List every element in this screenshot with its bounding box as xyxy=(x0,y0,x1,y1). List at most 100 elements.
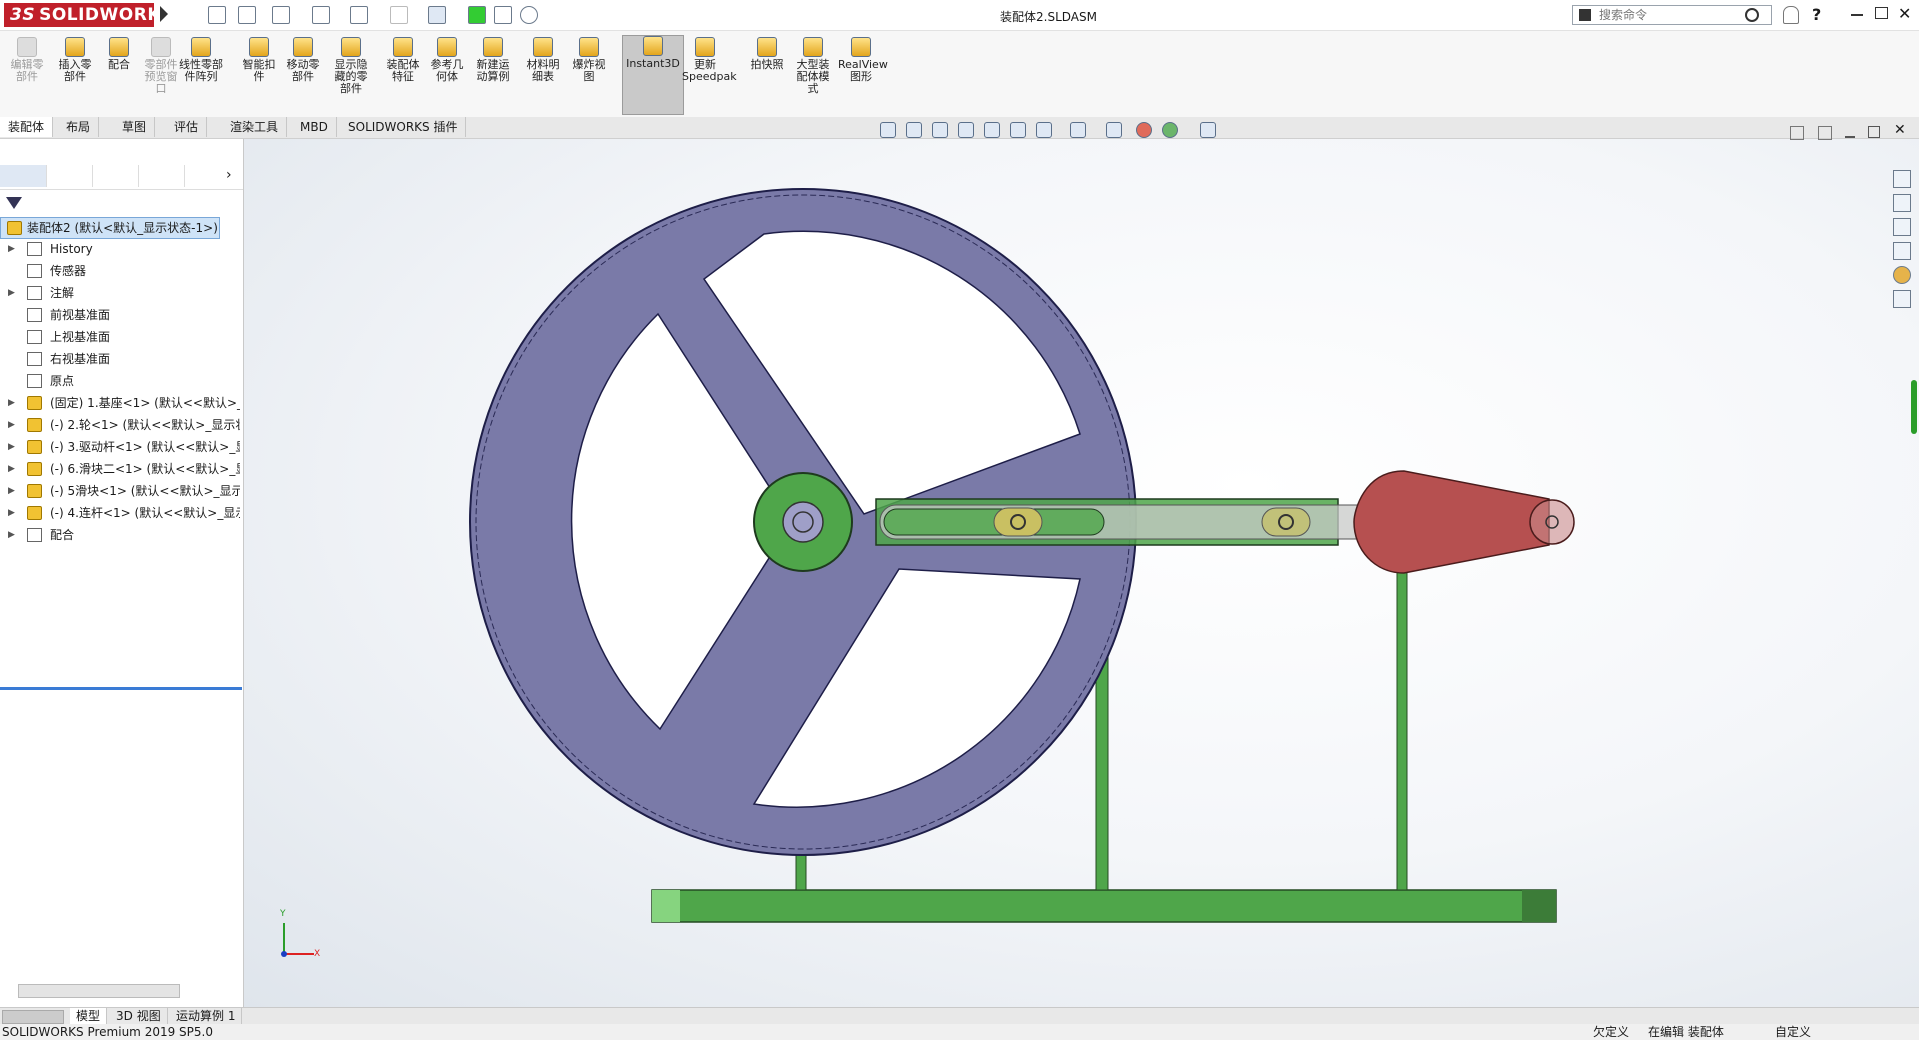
feature-tree-tab-icon[interactable] xyxy=(0,165,47,187)
command-button-15[interactable]: 拍快照 xyxy=(744,37,790,71)
expand-arrow-icon[interactable]: ▶ xyxy=(8,437,15,457)
base-plate[interactable] xyxy=(651,889,1557,923)
tree-item[interactable]: ▶ (-) 2.轮<1> (默认<<默认>_显示状 xyxy=(0,415,240,435)
view-palette-icon[interactable] xyxy=(1893,242,1911,260)
expand-arrow-icon[interactable]: ▶ xyxy=(8,503,15,523)
expand-arrow-icon[interactable]: ▶ xyxy=(8,481,15,501)
tree-item[interactable]: ▶ (-) 5滑块<1> (默认<<默认>_显示 xyxy=(0,481,240,501)
rollback-bar[interactable] xyxy=(0,687,242,690)
command-button-4[interactable]: 线性零部 件阵列 xyxy=(178,37,224,83)
tab-5[interactable]: MBD xyxy=(292,117,337,137)
filter-icon[interactable] xyxy=(6,197,22,211)
command-button-10[interactable]: 新建运 动算例 xyxy=(470,37,516,83)
tab-0[interactable]: 装配体 xyxy=(0,117,54,137)
tree-item[interactable]: 传感器 xyxy=(0,261,240,281)
undo-icon[interactable] xyxy=(390,6,408,24)
file-properties-icon[interactable] xyxy=(494,6,512,24)
section-view-icon[interactable] xyxy=(958,122,974,138)
tree-item[interactable]: 右视基准面 xyxy=(0,349,240,369)
search-magnifier-icon[interactable] xyxy=(1745,8,1759,22)
solidworks-resources-icon[interactable] xyxy=(1893,170,1911,188)
tree-item[interactable]: ▶ 注解 xyxy=(0,283,240,303)
command-button-7[interactable]: 显示隐 藏的零 部件 xyxy=(328,37,374,95)
tree-horizontal-scrollbar[interactable] xyxy=(18,984,180,998)
assembly-model[interactable] xyxy=(244,139,1919,1007)
new-document-icon[interactable] xyxy=(238,6,256,24)
viewport-minimize-icon[interactable] xyxy=(1845,136,1855,138)
expand-arrow-icon[interactable]: ▶ xyxy=(8,415,15,435)
expand-arrow-icon[interactable]: ▶ xyxy=(8,525,15,545)
viewport-tile-left-icon[interactable] xyxy=(1790,126,1804,140)
configuration-manager-tab-icon[interactable] xyxy=(92,165,139,187)
minimize-window-icon[interactable] xyxy=(1851,14,1863,16)
home-icon[interactable] xyxy=(208,6,226,24)
zoom-to-area-icon[interactable] xyxy=(906,122,922,138)
user-account-icon[interactable] xyxy=(1783,6,1799,24)
tree-item[interactable]: ▶ (-) 3.驱动杆<1> (默认<<默认>_显 xyxy=(0,437,240,457)
bottom-tab-2[interactable]: 运动算例 1 xyxy=(170,1008,243,1024)
view-settings-icon[interactable] xyxy=(1162,122,1178,138)
display-style-icon[interactable] xyxy=(1036,122,1052,138)
crank-arm[interactable] xyxy=(1353,470,1575,574)
tree-root-assembly[interactable]: 装配体2 (默认<默认_显示状态-1>) xyxy=(0,217,220,239)
tab-3[interactable]: 评估 xyxy=(166,117,208,137)
tree-item[interactable]: ▶ (-) 4.连杆<1> (默认<<默认>_显示 xyxy=(0,503,240,523)
command-button-9[interactable]: 参考几 何体 xyxy=(424,37,470,83)
menu-expand-arrow-icon[interactable] xyxy=(160,6,168,22)
panel-expand-chevron-icon[interactable]: › xyxy=(226,167,232,183)
appearances-scenes-icon[interactable] xyxy=(1893,266,1911,284)
close-window-icon[interactable]: ✕ xyxy=(1898,4,1911,23)
tab-4[interactable]: 渲染工具 xyxy=(222,117,288,137)
dynamic-annotation-icon[interactable] xyxy=(984,122,1000,138)
unit-system-selector[interactable]: 自定义 xyxy=(1775,1024,1811,1040)
slider-2[interactable] xyxy=(1261,507,1311,537)
command-button-14[interactable]: 更新 Speedpak xyxy=(682,37,737,83)
bottom-tab-1[interactable]: 3D 视图 xyxy=(110,1008,168,1024)
tab-2[interactable]: 草图 xyxy=(114,117,156,137)
search-scope-icon[interactable] xyxy=(1579,9,1591,21)
options-gear-icon[interactable] xyxy=(520,6,538,24)
property-manager-tab-icon[interactable] xyxy=(46,165,93,187)
slider-1[interactable] xyxy=(993,507,1043,537)
restore-window-icon[interactable] xyxy=(1875,7,1888,19)
command-button-1[interactable]: 插入零 部件 xyxy=(52,37,98,83)
graphics-viewport[interactable]: Y X xyxy=(244,139,1919,1007)
bottom-tab-0[interactable]: 模型 xyxy=(70,1008,108,1024)
viewport-restore-icon[interactable] xyxy=(1868,126,1880,138)
hide-show-items-icon[interactable] xyxy=(1070,122,1086,138)
print-icon[interactable] xyxy=(350,6,368,24)
solidworks-logo[interactable]: 3S SOLIDWORKS xyxy=(4,3,173,27)
tab-6[interactable]: SOLIDWORKS 插件 xyxy=(340,117,467,137)
command-button-13[interactable]: Instant3D xyxy=(622,35,684,115)
custom-properties-icon[interactable] xyxy=(1893,290,1911,308)
viewport-close-icon[interactable]: ✕ xyxy=(1894,122,1906,138)
command-button-5[interactable]: 智能扣 件 xyxy=(236,37,282,83)
previous-view-icon[interactable] xyxy=(932,122,948,138)
command-button-8[interactable]: 装配体 特征 xyxy=(380,37,426,83)
tree-item[interactable]: ▶ 配合 xyxy=(0,525,240,545)
tree-item[interactable]: 原点 xyxy=(0,371,240,391)
open-folder-icon[interactable] xyxy=(272,6,290,24)
file-explorer-icon[interactable] xyxy=(1893,218,1911,236)
tree-item[interactable]: 上视基准面 xyxy=(0,327,240,347)
command-button-2[interactable]: 配合 xyxy=(96,37,142,71)
rebuild-traffic-light-icon[interactable] xyxy=(468,6,486,24)
expand-arrow-icon[interactable]: ▶ xyxy=(8,459,15,479)
tree-item[interactable]: ▶ (固定) 1.基座<1> (默认<<默认>_显 xyxy=(0,393,240,413)
search-commands-input[interactable]: 搜索命令 xyxy=(1572,5,1772,25)
monitor-display-icon[interactable] xyxy=(1200,122,1216,138)
tree-item[interactable]: ▶ History xyxy=(0,239,240,259)
task-pane-scroll-handle[interactable] xyxy=(1911,380,1917,434)
edit-appearance-icon[interactable] xyxy=(1106,122,1122,138)
tab-1[interactable]: 布局 xyxy=(58,117,100,137)
tab-scroll-arrows[interactable] xyxy=(2,1010,64,1024)
command-button-6[interactable]: 移动零 部件 xyxy=(280,37,326,83)
command-button-0[interactable]: 编辑零 部件 xyxy=(4,37,50,83)
display-manager-tab-icon[interactable] xyxy=(138,165,185,187)
apply-scene-icon[interactable] xyxy=(1136,122,1152,138)
command-button-11[interactable]: 材料明 细表 xyxy=(520,37,566,83)
expand-arrow-icon[interactable]: ▶ xyxy=(8,239,15,259)
expand-arrow-icon[interactable]: ▶ xyxy=(8,283,15,303)
zoom-to-fit-icon[interactable] xyxy=(880,122,896,138)
post-right[interactable] xyxy=(1396,568,1408,891)
